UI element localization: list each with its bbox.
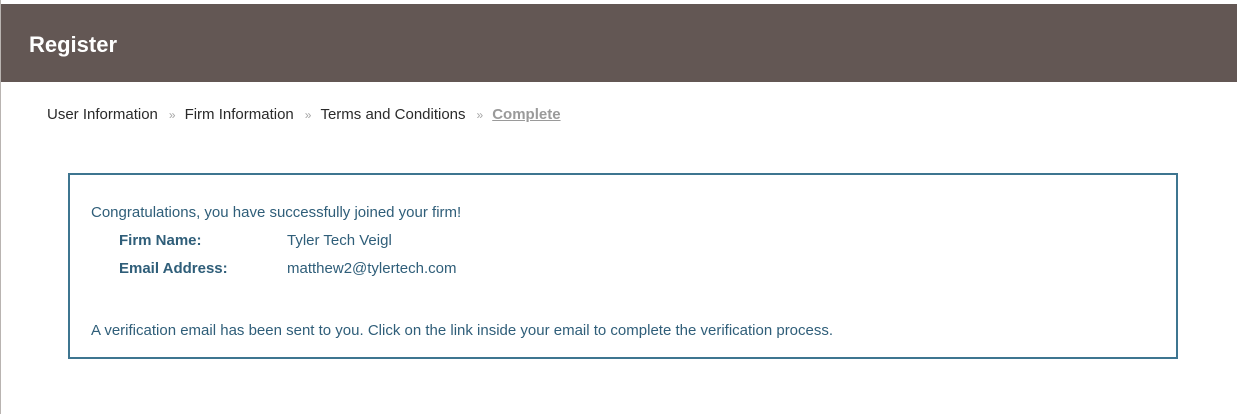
- breadcrumb-separator: »: [476, 108, 484, 122]
- breadcrumb-step-user-information: User Information: [47, 106, 158, 123]
- page-title: Register: [29, 32, 118, 57]
- breadcrumb-step-complete: Complete: [492, 106, 561, 123]
- firm-name-label: Firm Name:: [119, 232, 202, 249]
- breadcrumb: User Information » Firm Information » Terms …: [47, 105, 561, 125]
- email-address-value: matthew2@tylertech.com: [287, 260, 457, 277]
- firm-name-row: Firm Name: Tyler Tech Veigl: [119, 231, 392, 251]
- verification-note: A verification email has been sent to yo…: [91, 322, 834, 339]
- breadcrumb-step-firm-information: Firm Information: [184, 106, 294, 123]
- breadcrumb-step-terms-and-conditions: Terms and Conditions: [320, 106, 466, 123]
- success-message: Congratulations, you have successfully j…: [91, 204, 462, 221]
- firm-name-value: Tyler Tech Veigl: [287, 232, 392, 249]
- page: Register User Information » Firm Informati…: [0, 0, 1237, 414]
- email-address-row: Email Address: matthew2@tylertech.com: [119, 259, 456, 279]
- confirmation-panel: Congratulations, you have successfully j…: [68, 173, 1178, 359]
- breadcrumb-separator: »: [304, 108, 312, 122]
- breadcrumb-separator: »: [168, 108, 176, 122]
- page-header: Register: [1, 4, 1237, 82]
- email-address-label: Email Address:: [119, 260, 228, 277]
